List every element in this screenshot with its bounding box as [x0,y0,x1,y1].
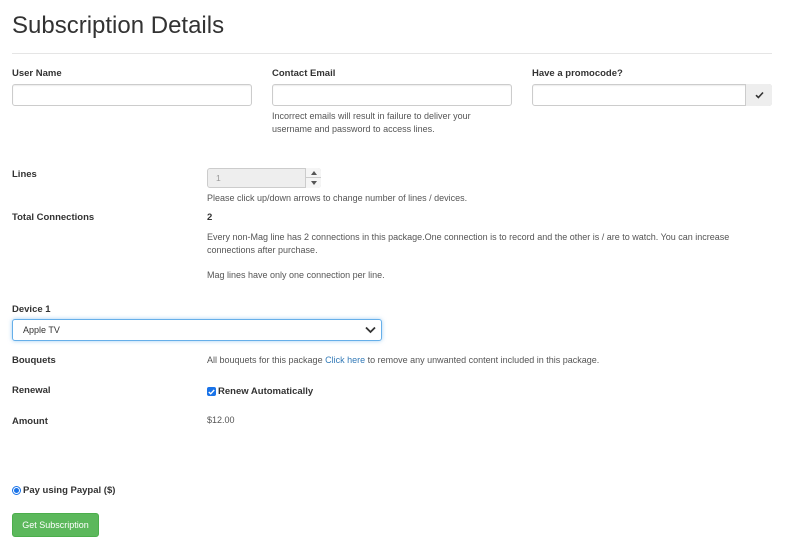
email-label: Contact Email [272,68,336,79]
email-help-line1: Incorrect emails will result in failure … [272,111,471,121]
bouquets-link[interactable]: Click here [325,355,365,365]
checkmark-icon [208,389,215,395]
promo-group [532,84,772,106]
bouquets-label: Bouquets [12,355,56,366]
page-title: Subscription Details [12,12,225,39]
lines-increment-button[interactable] [306,168,321,178]
lines-label: Lines [12,169,37,180]
renewal-label: Renewal [12,385,51,396]
promo-label: Have a promocode? [532,68,623,79]
lines-decrement-button[interactable] [306,178,321,187]
paypal-radio[interactable] [12,486,21,495]
renewal-option[interactable]: Renew Automatically [207,386,313,397]
connections-note: Every non-Mag line has 2 connections in … [207,231,729,257]
lines-stepper[interactable]: 1 [207,168,321,188]
device-label: Device 1 [12,304,51,315]
email-input[interactable] [272,84,512,106]
device-selected-value: Apple TV [23,325,60,335]
radio-dot [14,488,19,493]
caret-up-icon [310,170,317,175]
lines-help: Please click up/down arrows to change nu… [207,193,468,203]
renewal-checkbox[interactable] [207,387,216,396]
username-input[interactable] [12,84,252,106]
renewal-checkbox-label: Renew Automatically [218,386,314,397]
title-divider [12,53,772,54]
email-help-line2: username and password to access lines. [272,124,435,134]
lines-spin-buttons [305,168,321,188]
username-label: User Name [12,68,62,79]
caret-down-icon [310,180,317,185]
amount-label: Amount [12,416,48,427]
check-icon [754,91,764,99]
connections-note-line1: Every non-Mag line has 2 connections in … [207,232,730,242]
promo-input[interactable] [532,84,772,106]
connections-label: Total Connections [12,212,95,223]
mag-note: Mag lines have only one connection per l… [207,270,385,280]
chevron-down-icon [365,326,376,334]
get-subscription-button[interactable]: Get Subscription [12,513,99,537]
payment-option[interactable]: Pay using Paypal ($) [12,485,115,496]
lines-value[interactable]: 1 [207,168,321,188]
bouquets-text-after: to remove any unwanted content included … [365,355,600,365]
email-help: Incorrect emails will result in failure … [272,110,471,136]
bouquets-text-before: All bouquets for this package [207,355,326,365]
connections-note-line2: connections after purchase. [207,245,318,255]
paypal-label: Pay using Paypal ($) [23,485,116,496]
amount-value: $12.00 [207,415,235,425]
promo-apply-button[interactable] [745,84,772,106]
device-select[interactable]: Apple TV [12,319,382,341]
bouquets-text: All bouquets for this package Click here… [207,354,599,367]
connections-value: 2 [207,212,213,223]
